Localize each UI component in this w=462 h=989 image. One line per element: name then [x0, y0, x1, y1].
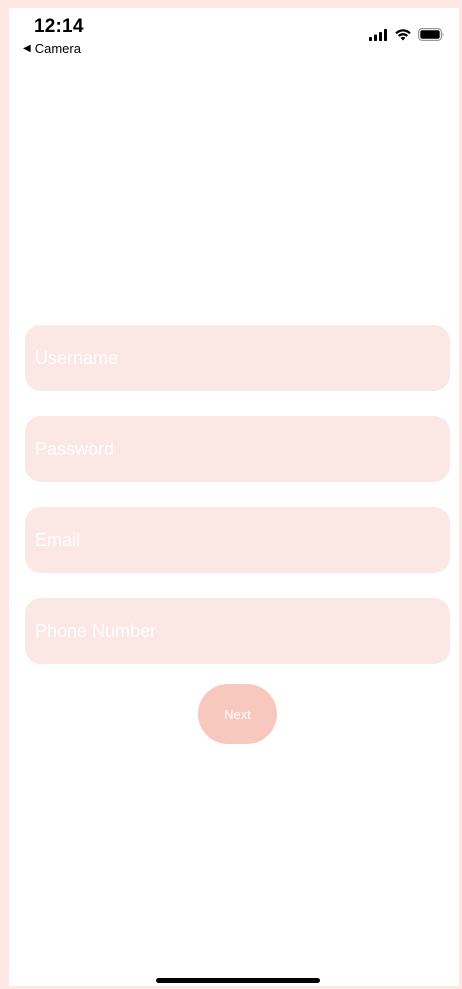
email-input[interactable]: [25, 507, 450, 573]
next-button[interactable]: Next: [198, 684, 277, 744]
password-field[interactable]: [25, 416, 450, 482]
home-indicator[interactable]: [156, 978, 320, 983]
status-time: 12:14: [34, 16, 84, 37]
username-field[interactable]: [25, 325, 450, 391]
back-to-app-link[interactable]: ◀ Camera: [23, 41, 81, 56]
cellular-signal-icon: [369, 28, 388, 41]
back-triangle-icon: ◀: [23, 43, 31, 54]
email-field[interactable]: [25, 507, 450, 573]
app-screen: 12:14 ◀ Camera Username Email Phone Numb…: [9, 8, 459, 986]
password-input[interactable]: [25, 416, 450, 482]
username-input[interactable]: [25, 325, 450, 391]
battery-icon: [418, 28, 445, 41]
back-app-label: Camera: [34, 41, 81, 56]
phone-number-field[interactable]: [25, 598, 450, 664]
wifi-icon: [394, 28, 412, 41]
status-icons: [369, 28, 445, 41]
phone-number-input[interactable]: [25, 598, 450, 664]
